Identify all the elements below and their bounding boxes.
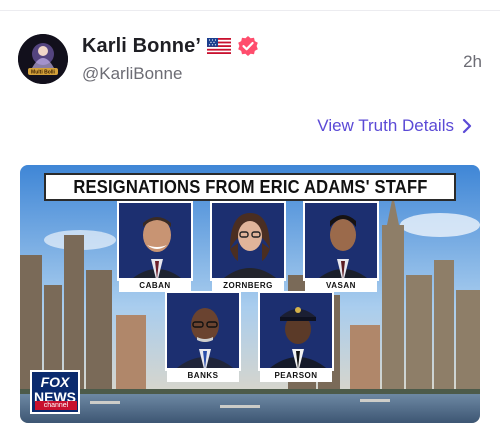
name-vasan: VASAN bbox=[326, 280, 356, 290]
name-zornberg: ZORNBERG bbox=[223, 280, 273, 290]
us-flag-icon bbox=[207, 38, 231, 54]
fox-news-logo: FOX NEWS channel bbox=[30, 370, 80, 414]
name-banks: BANKS bbox=[187, 370, 219, 380]
name-caban: CABAN bbox=[139, 280, 171, 290]
headline-text: RESIGNATIONS FROM ERIC ADAMS' STAFF bbox=[72, 176, 428, 197]
author-handle[interactable]: @KarliBonne bbox=[82, 64, 182, 84]
author-name-row: Karli Bonne’ bbox=[82, 32, 259, 60]
name-plate-zornberg: ZORNBERG bbox=[212, 278, 284, 292]
name-plate-banks: BANKS bbox=[167, 368, 239, 382]
name-plate-caban: CABAN bbox=[119, 278, 191, 292]
logo-line-1: FOX bbox=[40, 374, 70, 390]
view-truth-details-link[interactable]: View Truth Details bbox=[317, 116, 472, 136]
author-name[interactable]: Karli Bonne’ bbox=[82, 35, 201, 58]
top-divider bbox=[0, 10, 500, 11]
name-plate-vasan: VASAN bbox=[305, 278, 377, 292]
avatar[interactable]: Multi Bolli bbox=[18, 34, 68, 84]
post-header: Multi Bolli Karli Bonne’ @KarliBonne 2h bbox=[18, 28, 482, 92]
portrait-banks bbox=[165, 291, 241, 371]
portrait-vasan bbox=[303, 201, 379, 281]
verified-badge-icon bbox=[237, 35, 259, 57]
logo-line-3: channel bbox=[35, 401, 77, 410]
name-plate-pearson: PEARSON bbox=[260, 368, 332, 382]
portrait-zornberg bbox=[210, 201, 286, 281]
portrait-caban bbox=[117, 201, 193, 281]
post-media-image[interactable]: RESIGNATIONS FROM ERIC ADAMS' STAFF CABA… bbox=[20, 165, 480, 423]
headline-banner: RESIGNATIONS FROM ERIC ADAMS' STAFF bbox=[44, 173, 456, 201]
chevron-right-icon bbox=[462, 118, 472, 134]
post-timestamp[interactable]: 2h bbox=[463, 52, 482, 72]
name-pearson: PEARSON bbox=[274, 370, 318, 380]
portrait-pearson bbox=[258, 291, 334, 371]
svg-text:Multi Bolli: Multi Bolli bbox=[31, 70, 55, 76]
view-truth-details-label: View Truth Details bbox=[317, 116, 454, 135]
